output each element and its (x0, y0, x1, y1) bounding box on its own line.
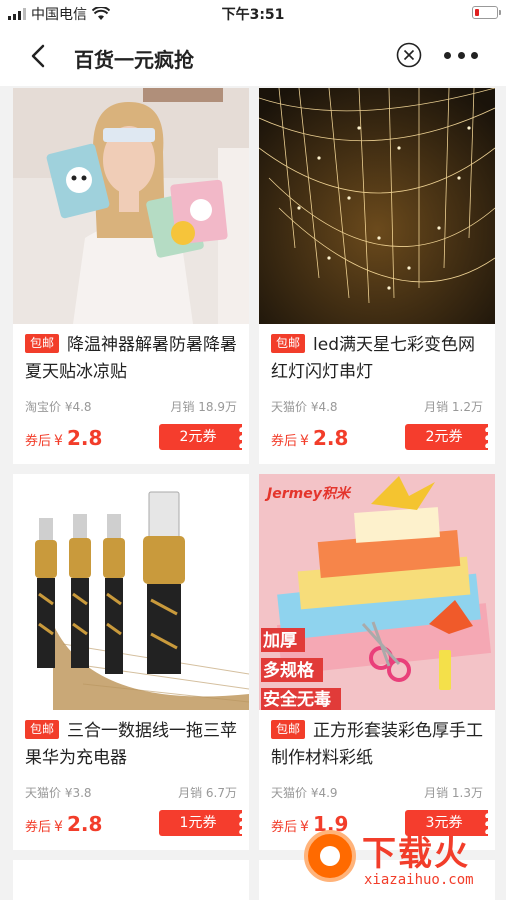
after-coupon-label: 券后 (25, 434, 52, 449)
watermark-logo-icon (304, 830, 356, 882)
product-image (259, 88, 495, 324)
product-meta: 天猫价 ¥4.8 月销 1.2万 (271, 398, 483, 415)
coupon-button[interactable]: 2元券 (159, 424, 242, 450)
status-bar: 中国电信 下午3:51 (0, 0, 506, 26)
watermark: 下载火 xiazaihuo.com (304, 824, 500, 894)
currency-symbol: ¥ (54, 433, 63, 449)
after-coupon-label: 券后 (25, 820, 52, 835)
after-coupon-label: 券后 (271, 820, 298, 835)
free-shipping-badge: 包邮 (25, 720, 60, 739)
product-image (13, 474, 249, 710)
nav-bar: 百货一元疯抢 (0, 26, 506, 86)
final-price: 2.8 (66, 812, 103, 836)
price-row: 券后 ¥2.8 (25, 426, 102, 450)
product-meta: 天猫价 ¥3.8 月销 6.7万 (25, 784, 237, 801)
watermark-text: 下载火 (362, 834, 470, 874)
image-text-2: 多规格 (263, 660, 315, 681)
currency-symbol: ¥ (54, 819, 63, 835)
image-text-3: 安全无毒 (263, 689, 331, 710)
free-shipping-badge: 包邮 (25, 334, 60, 353)
close-icon[interactable] (396, 42, 422, 68)
product-image: Jermey积米 加厚 多规格 安全无毒 (259, 474, 495, 710)
brand-logo-text: Jermey积米 (264, 485, 352, 502)
coupon-button[interactable]: 2元券 (405, 424, 488, 450)
product-title-area: 包邮 正方形套装彩色厚手工制作材料彩纸 (271, 718, 487, 772)
battery-icon (472, 6, 501, 19)
product-meta: 天猫价 ¥4.9 月销 1.3万 (271, 784, 483, 801)
final-price: 2.8 (312, 426, 349, 450)
watermark-url: xiazaihuo.com (364, 872, 474, 888)
clock: 下午3:51 (221, 7, 285, 23)
price-row: 券后 ¥2.8 (25, 812, 102, 836)
page-title: 百货一元疯抢 (74, 48, 194, 72)
price-row: 券后 ¥2.8 (271, 426, 348, 450)
product-card[interactable]: 包邮 三合一数据线一拖三苹果华为充电器 天猫价 ¥3.8 月销 6.7万 券后 ¥2… (13, 474, 249, 850)
source-price: 淘宝价 ¥4.8 (25, 400, 92, 414)
monthly-sales: 月销 18.9万 (170, 400, 237, 414)
coupon-button[interactable]: 1元券 (159, 810, 242, 836)
product-card[interactable]: Jermey积米 加厚 多规格 安全无毒 包邮 正方形套装彩色厚手工制作材料彩纸 … (259, 474, 495, 850)
product-title-area: 包邮 三合一数据线一拖三苹果华为充电器 (25, 718, 241, 772)
final-price: 2.8 (66, 426, 103, 450)
product-card-partial[interactable] (13, 860, 249, 900)
product-meta: 淘宝价 ¥4.8 月销 18.9万 (25, 398, 237, 415)
product-card[interactable]: 包邮 led满天星七彩变色网红灯闪灯串灯 天猫价 ¥4.8 月销 1.2万 券后 ¥… (259, 88, 495, 464)
monthly-sales: 月销 6.7万 (178, 786, 237, 800)
back-icon[interactable] (26, 42, 52, 70)
monthly-sales: 月销 1.2万 (424, 400, 483, 414)
source-price: 天猫价 ¥4.8 (271, 400, 338, 414)
currency-symbol: ¥ (300, 433, 309, 449)
after-coupon-label: 券后 (271, 434, 298, 449)
monthly-sales: 月销 1.3万 (424, 786, 483, 800)
product-card[interactable]: 包邮 降温神器解暑防暑降暑夏天贴冰凉贴 淘宝价 ¥4.8 月销 18.9万 券后 ¥… (13, 88, 249, 464)
free-shipping-badge: 包邮 (271, 334, 306, 353)
product-image (13, 88, 249, 324)
source-price: 天猫价 ¥4.9 (271, 786, 338, 800)
source-price: 天猫价 ¥3.8 (25, 786, 92, 800)
free-shipping-badge: 包邮 (271, 720, 306, 739)
product-title-area: 包邮 降温神器解暑防暑降暑夏天贴冰凉贴 (25, 332, 241, 386)
product-title-area: 包邮 led满天星七彩变色网红灯闪灯串灯 (271, 332, 487, 386)
more-icon[interactable] (444, 52, 478, 60)
image-text-1: 加厚 (262, 631, 297, 651)
